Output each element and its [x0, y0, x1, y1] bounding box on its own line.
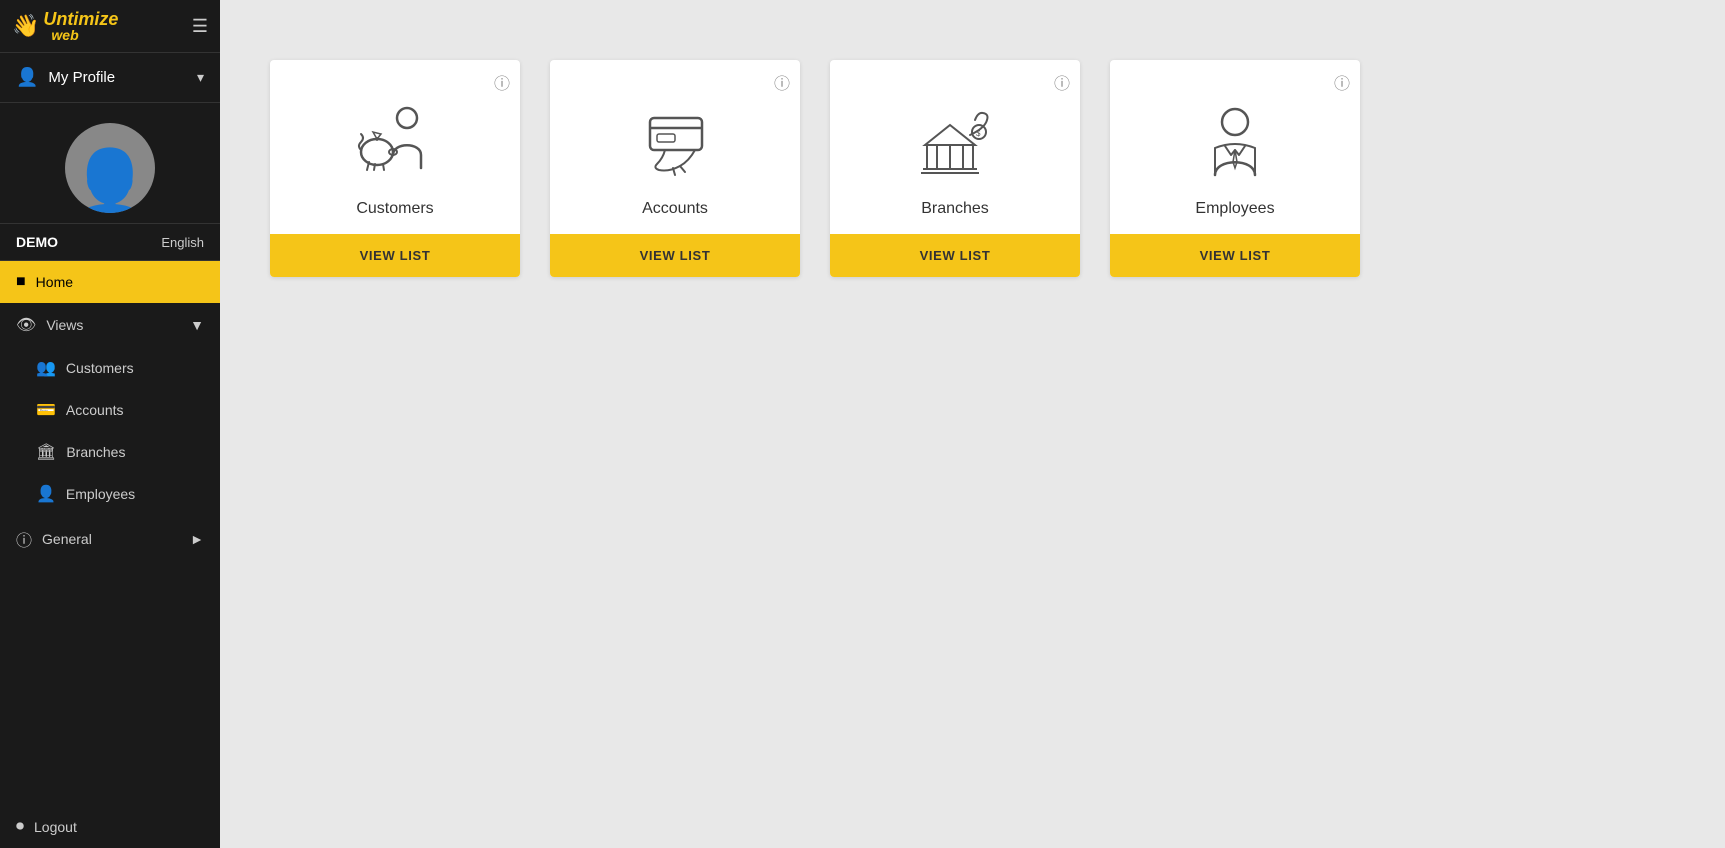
logo: 👋 Untimize web [12, 10, 118, 42]
sidebar-views-label: Views [46, 317, 83, 333]
general-icon: ⓘ [16, 527, 32, 551]
avatar: 👤 [65, 123, 155, 213]
sidebar-header: 👋 Untimize web ☰ [0, 0, 220, 53]
accounts-view-list-button[interactable]: VIEW LIST [550, 234, 800, 277]
profile-chevron-icon: ▾ [197, 69, 204, 86]
my-profile-row[interactable]: 👤 My Profile ▾ [0, 53, 220, 103]
demo-language: English [161, 235, 204, 250]
accounts-card: ⓘ Accounts VIEW LIST [550, 60, 800, 277]
profile-row-left: 👤 My Profile [16, 67, 115, 88]
accounts-card-label: Accounts [642, 200, 708, 218]
customers-card-icon [335, 60, 455, 200]
branches-icon: 🏛 [36, 442, 56, 462]
branches-card-label: Branches [921, 200, 989, 218]
branches-card: ⓘ $ [830, 60, 1080, 277]
sidebar-item-employees[interactable]: 👤 Employees [0, 473, 220, 515]
sidebar-accounts-label: Accounts [66, 402, 124, 418]
logo-icon: 👋 [12, 13, 39, 39]
logo-text: Untimize web [43, 10, 118, 42]
sidebar-customers-label: Customers [66, 360, 134, 376]
employees-info-icon[interactable]: ⓘ [1334, 70, 1350, 94]
branches-card-icon: $ [895, 60, 1015, 200]
branches-view-list-button[interactable]: VIEW LIST [830, 234, 1080, 277]
sidebar-item-customers[interactable]: 👥 Customers [0, 347, 220, 389]
accounts-icon: 💳 [36, 400, 56, 420]
avatar-body-icon: 👤 [68, 151, 153, 213]
employees-icon: 👤 [36, 484, 56, 504]
logout-icon: ⏺ [16, 818, 24, 836]
customers-info-icon[interactable]: ⓘ [494, 70, 510, 94]
employees-card-label: Employees [1195, 200, 1274, 218]
sidebar-item-views[interactable]: 👁 Views ▼ [0, 303, 220, 347]
sidebar-general-label: General [42, 531, 92, 547]
sidebar-item-general[interactable]: ⓘ General ► [0, 515, 220, 563]
sidebar-item-home-label: Home [36, 274, 73, 290]
sidebar-item-logout[interactable]: ⏺ Logout [0, 806, 220, 848]
employees-card: ⓘ Employees VIE [1110, 60, 1360, 277]
svg-text:$: $ [976, 129, 981, 138]
sidebar: 👋 Untimize web ☰ 👤 My Profile ▾ 👤 DEMO E… [0, 0, 220, 848]
employees-view-list-button[interactable]: VIEW LIST [1110, 234, 1360, 277]
logo-line1: Untimize [43, 10, 118, 28]
hamburger-icon[interactable]: ☰ [192, 16, 208, 37]
my-profile-label: My Profile [48, 69, 115, 86]
sidebar-item-home[interactable]: ■ Home [0, 261, 220, 303]
main-content: ⓘ [220, 0, 1725, 848]
accounts-info-icon[interactable]: ⓘ [774, 70, 790, 94]
logo-line2: web [51, 28, 118, 42]
profile-user-icon: 👤 [16, 67, 38, 88]
sidebar-item-accounts[interactable]: 💳 Accounts [0, 389, 220, 431]
sidebar-logout-label: Logout [34, 819, 77, 835]
cards-container: ⓘ [220, 0, 1725, 337]
customers-icon: 👥 [36, 358, 56, 378]
customers-view-list-button[interactable]: VIEW LIST [270, 234, 520, 277]
home-icon: ■ [16, 273, 26, 291]
sidebar-branches-label: Branches [66, 444, 125, 460]
views-icon: 👁 [16, 315, 36, 335]
sidebar-employees-label: Employees [66, 486, 135, 502]
avatar-area: 👤 [0, 103, 220, 224]
views-chevron-icon: ▼ [190, 317, 204, 333]
employees-card-icon [1175, 60, 1295, 200]
sidebar-item-branches[interactable]: 🏛 Branches [0, 431, 220, 473]
accounts-card-icon [615, 60, 735, 200]
customers-card-label: Customers [356, 200, 433, 218]
views-subitems: 👥 Customers 💳 Accounts 🏛 Branches 👤 Empl… [0, 347, 220, 515]
branches-info-icon[interactable]: ⓘ [1054, 70, 1070, 94]
general-chevron-icon: ► [190, 531, 204, 547]
demo-username: DEMO [16, 234, 58, 250]
demo-row: DEMO English [0, 224, 220, 261]
customers-card: ⓘ [270, 60, 520, 277]
